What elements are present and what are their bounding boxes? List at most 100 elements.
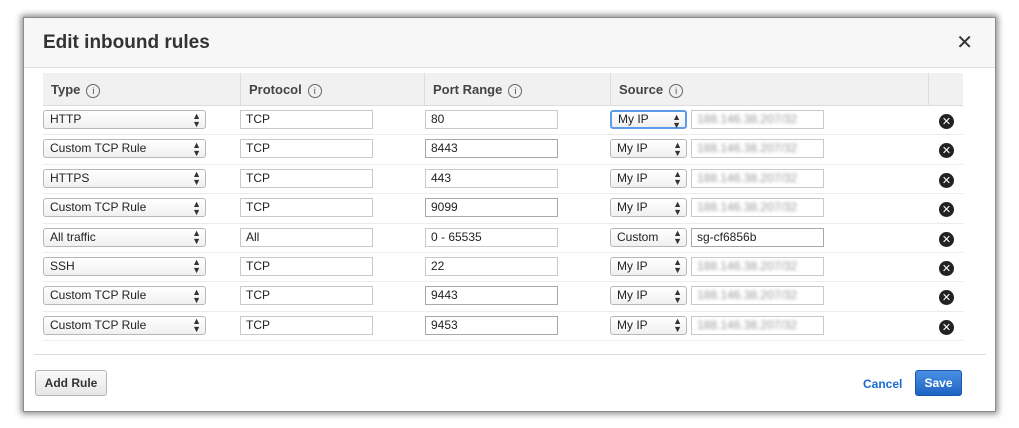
table-row: Custom TCP Rule ▲ ▼ TCP 9099 My IP ▲ ▼ 188.1… <box>43 194 963 224</box>
select-arrows-icon: ▲ ▼ <box>192 228 201 247</box>
column-header-port-range: Port Range i <box>425 73 611 106</box>
port-range-input[interactable]: 9099 <box>425 198 558 218</box>
source-input[interactable]: sg-cf6856b5 <box>691 227 824 247</box>
type-select[interactable]: Custom TCP Rule ▲ ▼ <box>43 286 206 306</box>
source-type-select[interactable]: My IP ▲ ▼ <box>610 168 687 188</box>
select-arrows-icon: ▲ ▼ <box>192 198 201 217</box>
type-value: Custom TCP Rule <box>50 200 147 215</box>
port-range-input[interactable]: 80 <box>425 110 558 129</box>
source-type-value: My IP <box>617 317 648 332</box>
port-range-input[interactable]: 9453 <box>425 315 558 335</box>
protocol-field[interactable]: TCP <box>240 315 373 335</box>
type-value: HTTP <box>50 112 82 126</box>
info-icon[interactable]: i <box>508 84 523 98</box>
source-value: 188.146.38.207/32 <box>697 141 798 156</box>
column-header-source: Source i <box>611 73 929 106</box>
source-value: sg-cf6856b5 <box>697 229 757 244</box>
source-type-select[interactable]: Custom ▲ ▼ <box>610 227 687 247</box>
port-range-input[interactable]: 0 - 65535 <box>425 227 558 247</box>
type-select[interactable]: HTTP ▲ ▼ <box>43 110 206 129</box>
source-input[interactable]: 188.146.38.207/32 <box>691 286 824 306</box>
source-value: 188.146.38.207/32 <box>697 317 798 332</box>
port-range-input[interactable]: 9443 <box>425 286 558 306</box>
source-type-value: My IP <box>617 200 648 215</box>
source-type-value: My IP <box>617 170 648 185</box>
select-arrows-icon: ▲ ▼ <box>192 110 201 129</box>
source-type-value: My IP <box>617 141 648 156</box>
remove-rule-icon[interactable]: ✕ <box>939 231 954 247</box>
add-rule-button[interactable]: Add Rule <box>35 370 107 396</box>
remove-rule-icon[interactable]: ✕ <box>939 114 954 129</box>
select-arrows-icon: ▲ ▼ <box>192 139 201 158</box>
protocol-field[interactable]: All <box>240 227 373 247</box>
source-value: 188.146.38.207/32 <box>697 112 798 126</box>
info-icon[interactable]: i <box>669 84 684 98</box>
protocol-field[interactable]: TCP <box>240 256 373 276</box>
rules-table-header: Type i Protocol i Port Range i Source i <box>43 73 963 106</box>
protocol-field[interactable]: TCP <box>240 168 373 188</box>
table-row: HTTP ▲ ▼ TCP 80 My IP ▲ ▼ 188.146.38.207/32 … <box>43 106 963 136</box>
remove-rule-icon[interactable]: ✕ <box>939 290 954 306</box>
remove-rule-icon[interactable]: ✕ <box>939 260 954 276</box>
source-type-select[interactable]: My IP ▲ ▼ <box>610 110 687 129</box>
port-range-input[interactable]: 22 <box>425 256 558 276</box>
source-type-select[interactable]: My IP ▲ ▼ <box>610 139 687 159</box>
source-input[interactable]: 188.146.38.207/32 <box>691 139 824 159</box>
port-range-input[interactable]: 443 <box>425 168 558 188</box>
source-value: 188.146.38.207/32 <box>697 200 798 215</box>
protocol-field[interactable]: TCP <box>240 110 373 129</box>
type-select[interactable]: All traffic ▲ ▼ <box>43 227 206 247</box>
select-arrows-icon: ▲ ▼ <box>673 228 682 247</box>
save-button[interactable]: Save <box>915 370 962 396</box>
source-input[interactable]: 188.146.38.207/32 <box>691 256 824 276</box>
source-input[interactable]: 188.146.38.207/32 <box>691 110 824 129</box>
column-header-type: Type i <box>43 73 241 106</box>
select-arrows-icon: ▲ ▼ <box>673 139 682 158</box>
select-arrows-icon: ▲ ▼ <box>673 198 682 217</box>
table-row: SSH ▲ ▼ TCP 22 My IP ▲ ▼ 188.146.38.207/32 ✕ <box>43 253 963 283</box>
source-type-select[interactable]: My IP ▲ ▼ <box>610 256 687 276</box>
type-value: Custom TCP Rule <box>50 141 147 156</box>
column-header-protocol: Protocol i <box>241 73 425 106</box>
column-label-port-range: Port Range <box>433 82 503 97</box>
protocol-field[interactable]: TCP <box>240 286 373 306</box>
type-select[interactable]: Custom TCP Rule ▲ ▼ <box>43 315 206 335</box>
info-icon[interactable]: i <box>307 84 322 98</box>
source-type-value: My IP <box>617 258 648 273</box>
type-value: Custom TCP Rule <box>50 317 147 332</box>
table-row: Custom TCP Rule ▲ ▼ TCP 9453 My IP ▲ ▼ 188.1… <box>43 312 963 342</box>
source-type-select[interactable]: My IP ▲ ▼ <box>610 286 687 306</box>
remove-rule-icon[interactable]: ✕ <box>939 202 954 218</box>
source-type-select[interactable]: My IP ▲ ▼ <box>610 315 687 335</box>
type-value: HTTPS <box>50 170 90 185</box>
type-select[interactable]: SSH ▲ ▼ <box>43 256 206 276</box>
port-range-input[interactable]: 8443 <box>425 139 558 159</box>
source-input[interactable]: 188.146.38.207/32 <box>691 198 824 218</box>
select-arrows-icon: ▲ ▼ <box>192 257 201 276</box>
protocol-field[interactable]: TCP <box>240 139 373 159</box>
type-select[interactable]: HTTPS ▲ ▼ <box>43 168 206 188</box>
source-value: 188.146.38.207/32 <box>697 170 798 185</box>
type-select[interactable]: Custom TCP Rule ▲ ▼ <box>43 139 206 159</box>
type-value: Custom TCP Rule <box>50 288 147 303</box>
remove-rule-icon[interactable]: ✕ <box>939 172 954 188</box>
column-label-source: Source <box>619 82 664 97</box>
select-arrows-icon: ▲ ▼ <box>673 257 682 276</box>
type-select[interactable]: Custom TCP Rule ▲ ▼ <box>43 198 206 218</box>
remove-rule-icon[interactable]: ✕ <box>939 319 954 335</box>
table-row: Custom TCP Rule ▲ ▼ TCP 9443 My IP ▲ ▼ 188.1… <box>43 282 963 312</box>
table-row: HTTPS ▲ ▼ TCP 443 My IP ▲ ▼ 188.146.38.207/3… <box>43 165 963 195</box>
source-input[interactable]: 188.146.38.207/32 <box>691 315 824 335</box>
source-value: 188.146.38.207/32 <box>697 288 798 303</box>
protocol-field[interactable]: TCP <box>240 198 373 218</box>
source-input[interactable]: 188.146.38.207/32 <box>691 168 824 188</box>
select-arrows-icon: ▲ ▼ <box>672 111 681 130</box>
close-icon[interactable]: ✕ <box>956 32 973 52</box>
remove-rule-icon[interactable]: ✕ <box>939 143 954 159</box>
info-icon[interactable]: i <box>86 84 101 98</box>
source-type-select[interactable]: My IP ▲ ▼ <box>610 198 687 218</box>
dialog-title: Edit inbound rules <box>43 32 210 53</box>
column-label-protocol: Protocol <box>249 82 302 97</box>
cancel-button[interactable]: Cancel <box>863 377 902 391</box>
footer-divider <box>34 354 986 355</box>
